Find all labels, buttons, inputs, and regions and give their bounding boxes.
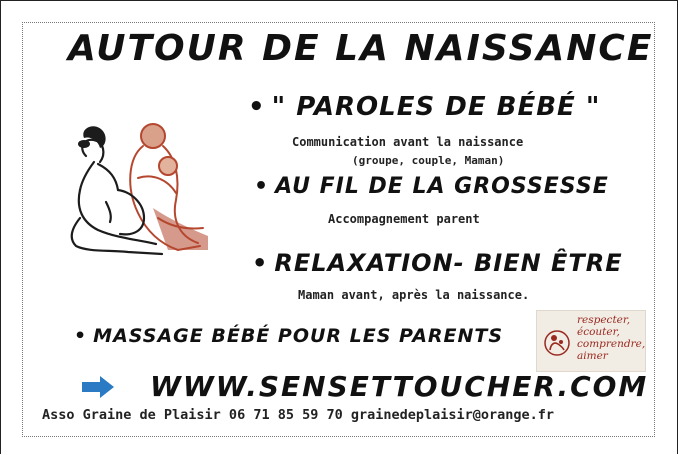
page-title: AUTOUR DE LA NAISSANCE — [68, 28, 654, 69]
bullet: • — [248, 92, 266, 122]
section-heading: AU FIL DE LA GROSSESSE — [275, 174, 609, 199]
section-heading: RELAXATION- BIEN ÊTRE — [274, 249, 623, 277]
motto-logo: respecter, écouter, comprendre, aimer — [536, 310, 646, 372]
section-heading: " PAROLES DE BÉBÉ " — [271, 92, 601, 122]
website-link[interactable]: WWW.SENSETTOUCHER.COM — [150, 370, 648, 403]
section-description: (groupe, couple, Maman) — [352, 154, 505, 167]
motto-line: écouter, — [577, 326, 620, 338]
bullet: • — [254, 174, 270, 199]
mother-baby-illustration — [70, 123, 208, 256]
section-description: Communication avant la naissance — [292, 135, 524, 149]
logo-icon — [544, 330, 570, 356]
section-au-fil-de-la-grossesse: • AU FIL DE LA GROSSESSE — [254, 174, 609, 199]
arrow-right-icon — [82, 376, 114, 398]
motto-line: aimer — [577, 350, 608, 362]
section-massage-bebe: • MASSAGE BÉBÉ POUR LES PARENTS — [74, 325, 503, 347]
section-heading: MASSAGE BÉBÉ POUR LES PARENTS — [93, 325, 504, 347]
section-description: Maman avant, après la naissance. — [298, 288, 530, 302]
section-relaxation-bien-etre: • RELAXATION- BIEN ÊTRE — [252, 249, 623, 277]
motto-text: respecter, écouter, comprendre, aimer — [577, 314, 645, 362]
motto-line: respecter, — [577, 314, 631, 326]
section-description: Accompagnement parent — [328, 212, 480, 226]
section-paroles-de-bebe: • " PAROLES DE BÉBÉ " — [248, 92, 600, 122]
bullet: • — [252, 249, 269, 277]
bullet: • — [74, 325, 88, 347]
contact-footer: Asso Graine de Plaisir 06 71 85 59 70 gr… — [42, 407, 555, 423]
motto-line: comprendre, — [577, 338, 646, 350]
